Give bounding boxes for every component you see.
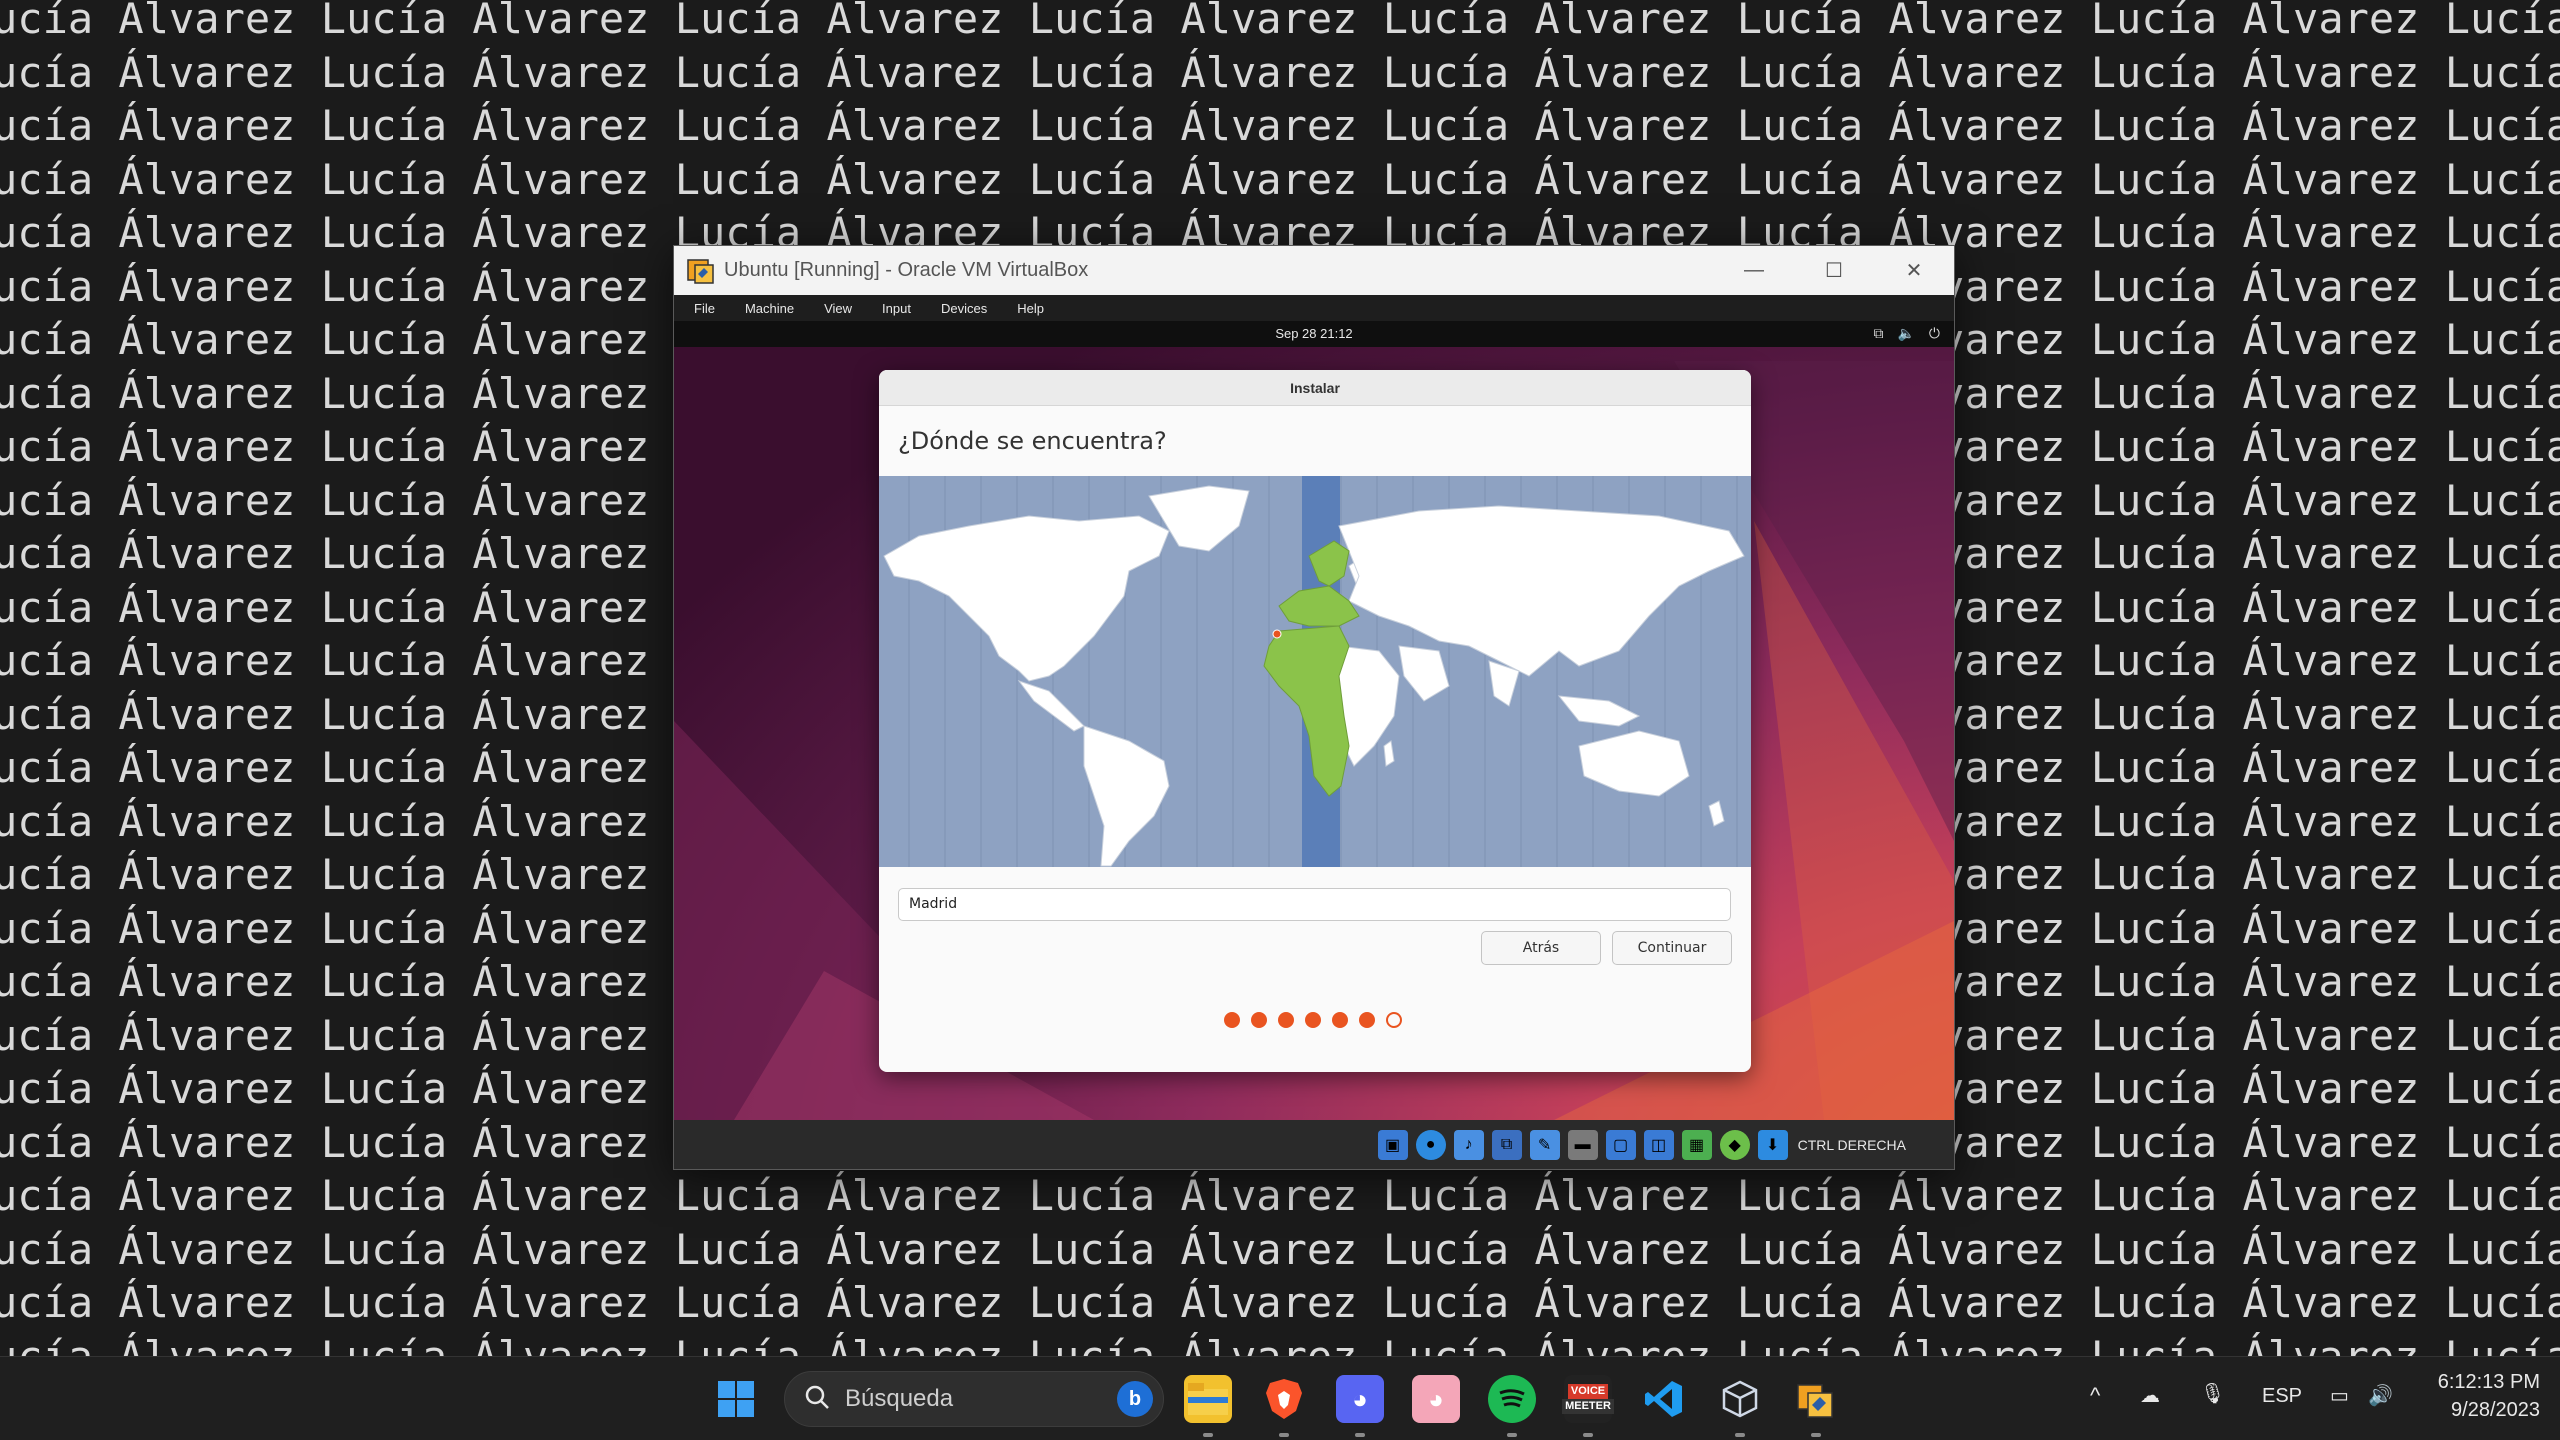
running-indicator [1203, 1433, 1213, 1437]
search-icon [803, 1383, 831, 1416]
window-title: Ubuntu [Running] - Oracle VM VirtualBox [724, 259, 1089, 281]
wallpaper-text-row: ucía Álvarez Lucía Álvarez Lucía Álvarez… [0, 101, 2560, 150]
back-button[interactable]: Atrás [1481, 931, 1601, 965]
voicemeeter-icon[interactable]: VOICE MEETER [1562, 1375, 1614, 1423]
guest-clock[interactable]: Sep 28 21:12 [674, 326, 1954, 341]
installer-dialog: Instalar ¿Dónde se encuentra? Madrid Atr… [879, 370, 1751, 1072]
installer-titlebar: Instalar [879, 370, 1751, 406]
close-button[interactable]: ✕ [1874, 246, 1954, 295]
guest-additions-icon[interactable]: ◆ [1719, 1129, 1750, 1160]
clock-time[interactable]: 6:12:13 PM [2430, 1371, 2540, 1394]
clock-date[interactable]: 9/28/2023 [2430, 1399, 2540, 1422]
virtualbox-icon[interactable] [1716, 1375, 1764, 1423]
windows-taskbar: Búsqueda b ◕ ◕ VOICE MEETER ^ ☁ 🎙 ESP ▭ … [0, 1356, 2560, 1440]
virtualbox-manager-icon[interactable] [1792, 1375, 1840, 1423]
progress-steps [1224, 1012, 1402, 1028]
search-input[interactable]: Búsqueda [845, 1385, 953, 1413]
wallpaper-text-row: ucía Álvarez Lucía Álvarez Lucía Álvarez… [0, 1331, 2560, 1356]
wallpaper-text-row: ucía Álvarez Lucía Álvarez Lucía Álvarez… [0, 1224, 2560, 1274]
step-dot [1332, 1012, 1348, 1028]
mouse-integration-icon[interactable]: ⬇ [1757, 1129, 1788, 1160]
step-dot [1359, 1012, 1375, 1028]
world-map-graphic [883, 476, 1745, 867]
virtualbox-window: Ubuntu [Running] - Oracle VM VirtualBox … [673, 245, 1955, 1170]
menu-view[interactable]: View [824, 301, 852, 316]
timezone-input[interactable]: Madrid [898, 888, 1731, 921]
cpu-icon[interactable]: ▦ [1681, 1129, 1712, 1160]
network-icon: ⧉ [1873, 325, 1884, 341]
step-dot-current [1386, 1012, 1402, 1028]
voicemeeter-label-top: VOICE [1567, 1384, 1609, 1399]
wallpaper-text-row: ucía Álvarez Lucía Álvarez Lucía Álvarez… [0, 1171, 2560, 1220]
running-indicator [1355, 1433, 1365, 1437]
menu-file[interactable]: File [694, 301, 715, 316]
display-icon[interactable]: ▢ [1605, 1129, 1636, 1160]
discord-alt-icon[interactable]: ◕ [1412, 1375, 1460, 1423]
menu-input[interactable]: Input [882, 301, 911, 316]
page-title: ¿Dónde se encuentra? [898, 427, 1167, 455]
spotify-icon[interactable] [1488, 1375, 1536, 1423]
vm-menubar: File Machine View Input Devices Help [674, 295, 1954, 321]
language-indicator[interactable]: ESP [2262, 1385, 2302, 1408]
brave-icon[interactable] [1260, 1375, 1308, 1423]
microphone-icon[interactable]: 🎙 [2200, 1381, 2225, 1406]
vscode-icon[interactable] [1640, 1375, 1688, 1423]
continue-button[interactable]: Continuar [1612, 931, 1732, 965]
chevron-up-icon[interactable]: ^ [2090, 1383, 2100, 1409]
taskbar-search[interactable]: Búsqueda b [784, 1371, 1164, 1427]
step-dot [1224, 1012, 1240, 1028]
volume-icon: 🔈 [1897, 325, 1915, 341]
step-dot [1305, 1012, 1321, 1028]
guest-system-tray[interactable]: ⧉ 🔈 ⏻ [1873, 325, 1940, 342]
optical-drive-icon[interactable]: ● [1415, 1129, 1446, 1160]
running-indicator [1583, 1433, 1593, 1437]
hard-disk-icon[interactable]: ▣ [1377, 1129, 1408, 1160]
menu-help[interactable]: Help [1017, 301, 1044, 316]
vm-statusbar: ▣ ● ♪ ⧉ ✎ ▬ ▢ ◫ ▦ ◆ ⬇ CTRL DERECHA [674, 1120, 1954, 1169]
menu-devices[interactable]: Devices [941, 301, 987, 316]
window-titlebar[interactable]: Ubuntu [Running] - Oracle VM VirtualBox … [674, 246, 1954, 295]
running-indicator [1279, 1433, 1289, 1437]
running-indicator [1507, 1433, 1517, 1437]
guest-display[interactable]: Sep 28 21:12 ⧉ 🔈 ⏻ Instalar ¿Dónde se en… [674, 321, 1954, 1120]
network-icon[interactable]: ⧉ [1491, 1129, 1522, 1160]
gnome-topbar: Sep 28 21:12 ⧉ 🔈 ⏻ [674, 321, 1954, 347]
timezone-map[interactable] [879, 476, 1751, 867]
running-indicator [1735, 1433, 1745, 1437]
bing-icon[interactable]: b [1117, 1381, 1153, 1417]
wallpaper-text-row: ucía Álvarez Lucía Álvarez Lucía Álvarez… [0, 154, 2560, 204]
wallpaper-text-row: ucía Álvarez Lucía Álvarez Lucía Álvarez… [0, 47, 2560, 97]
minimize-button[interactable]: — [1714, 246, 1794, 295]
menu-machine[interactable]: Machine [745, 301, 794, 316]
audio-icon[interactable]: ♪ [1453, 1129, 1484, 1160]
onedrive-icon[interactable]: ☁ [2140, 1383, 2160, 1408]
file-explorer-icon[interactable] [1184, 1375, 1232, 1423]
voicemeeter-label-bottom: MEETER [1562, 1399, 1614, 1414]
shared-folders-icon[interactable]: ▬ [1567, 1129, 1598, 1160]
start-icon[interactable] [712, 1375, 760, 1423]
usb-icon[interactable]: ✎ [1529, 1129, 1560, 1160]
host-key-label: CTRL DERECHA [1797, 1136, 1906, 1153]
step-dot [1251, 1012, 1267, 1028]
virtualbox-logo-icon [686, 256, 716, 286]
discord-icon[interactable]: ◕ [1336, 1375, 1384, 1423]
wallpaper-text-row: ucía Álvarez Lucía Álvarez Lucía Álvarez… [0, 1278, 2560, 1327]
video-capture-icon[interactable]: ◫ [1643, 1129, 1674, 1160]
volume-icon[interactable]: 🔊 [2368, 1383, 2393, 1408]
running-indicator [1811, 1433, 1821, 1437]
power-icon: ⏻ [1928, 325, 1940, 341]
step-dot [1278, 1012, 1294, 1028]
wallpaper-text-row: ucía Álvarez Lucía Álvarez Lucía Álvarez… [0, 0, 2560, 43]
network-icon[interactable]: ▭ [2330, 1383, 2349, 1408]
maximize-button[interactable]: ☐ [1794, 246, 1874, 295]
